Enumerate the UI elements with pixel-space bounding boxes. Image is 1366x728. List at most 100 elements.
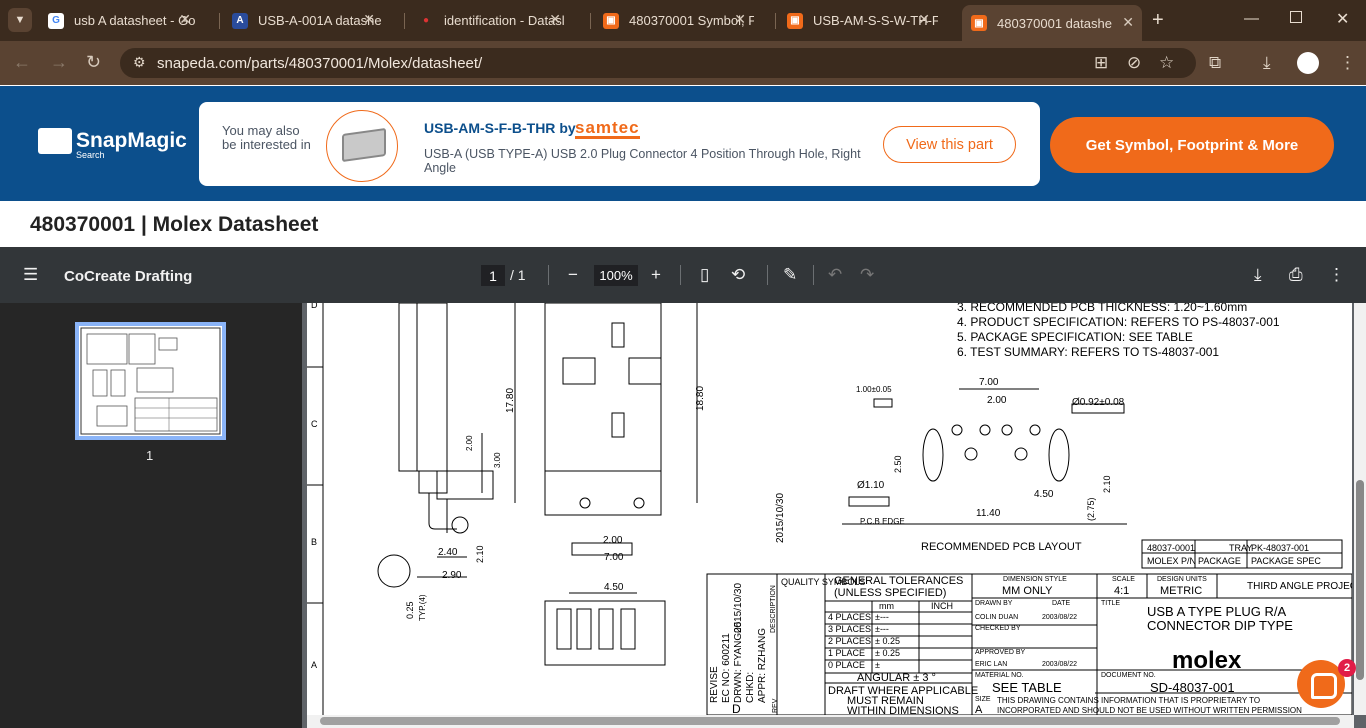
toolbar-divider (813, 265, 814, 285)
ec-no: EC NO: 600211 (721, 633, 732, 703)
rotate-icon[interactable]: ⟲ (731, 265, 745, 285)
tab-search-button[interactable]: ▼ (8, 8, 32, 32)
pdf-download-icon[interactable]: ⤓ (1254, 265, 1262, 285)
horizontal-scroll-thumb[interactable] (320, 717, 1340, 725)
pdf-viewport: D C B A 17.80 2.00 3.00 2.40 2.90 2.10 0… (302, 303, 1366, 728)
dim-2-75: (2.75) (1086, 497, 1096, 521)
tab-label: 480370001 datasheet (997, 15, 1112, 31)
site-info-icon[interactable]: ⚙ (133, 54, 146, 71)
more-icon[interactable]: ⋮ (1328, 265, 1345, 285)
dim-style-label: DIMENSION STYLE (1003, 576, 1067, 583)
molex-logo: molex (1172, 647, 1242, 674)
table-spec: PK-48037-001 (1251, 543, 1309, 553)
translate-icon[interactable]: ⊞ (1094, 53, 1108, 73)
window-close-icon[interactable]: ✕ (1336, 9, 1349, 29)
menu-icon[interactable]: ⋮ (1339, 53, 1356, 73)
tab-divider (775, 13, 776, 29)
suggestion-label: You may also be interested in (222, 123, 311, 152)
note-5: 5. PACKAGE SPECIFICATION: SEE TABLE (957, 330, 1193, 344)
zoom-out-icon[interactable]: − (568, 265, 578, 285)
rev-letter: D (732, 702, 741, 715)
minimize-icon[interactable]: — (1244, 10, 1259, 27)
approved-by-label: APPROVED BY (975, 649, 1026, 656)
restore-icon[interactable] (1290, 11, 1302, 23)
size-value: A (975, 704, 983, 715)
connector-image (342, 127, 386, 163)
eye-off-icon[interactable]: ⊘ (1127, 53, 1141, 73)
product-image[interactable] (326, 110, 398, 182)
size-label: SIZE (975, 696, 991, 703)
back-icon[interactable]: ← (13, 52, 31, 73)
dim-1-00: 1.00±0.05 (856, 385, 892, 394)
pcb-edge-label: P.C.B EDGE (860, 517, 905, 526)
scale-label: SCALE (1112, 576, 1135, 583)
note-4: 4. PRODUCT SPECIFICATION: REFERS TO PS-4… (957, 315, 1280, 329)
close-icon[interactable]: ✕ (918, 11, 930, 28)
note-6: 6. TEST SUMMARY: REFERS TO TS-48037-001 (957, 345, 1219, 359)
page-title: 480370001 | Molex Datasheet (30, 213, 319, 236)
dim-pcb-7-00: 7.00 (979, 377, 999, 388)
dim-2-10: 2.10 (475, 545, 485, 563)
row-marker-d: D (311, 303, 318, 310)
annotate-icon[interactable]: ✎ (783, 265, 797, 285)
avatar[interactable] (1297, 52, 1319, 74)
get-symbol-button[interactable]: Get Symbol, Footprint & More (1050, 117, 1334, 173)
close-icon[interactable]: ✕ (1122, 14, 1134, 31)
revision-date: 2015/10/30 (733, 583, 744, 633)
redo-icon[interactable]: ↷ (860, 265, 874, 285)
pdf-toolbar (0, 247, 1366, 303)
zoom-in-icon[interactable]: + (651, 265, 661, 285)
datasheet-icon: ● (422, 15, 430, 26)
tab-5-active[interactable]: ▣ 480370001 datasheet ✕ (962, 5, 1142, 41)
tab-divider (590, 13, 591, 29)
dim-pcb-2-00: 2.00 (987, 395, 1007, 406)
star-icon[interactable]: ☆ (1159, 53, 1174, 73)
rev-label: REV (772, 698, 779, 713)
tab-1[interactable]: A USB-A-001A datashe ✕ (232, 6, 383, 35)
snapmagic-logo[interactable]: SnapMagic Search (38, 128, 187, 160)
mm-only: MM ONLY (1002, 585, 1053, 597)
approved-by-name: ERIC LAN (975, 661, 1007, 668)
dim-11-40: 11.40 (976, 508, 1001, 519)
fit-page-icon[interactable]: ▯ (700, 265, 709, 285)
table-h-pn: MOLEX P/N (1147, 556, 1196, 566)
close-icon[interactable]: ✕ (734, 11, 746, 28)
forward-icon[interactable]: → (50, 52, 68, 73)
close-icon[interactable]: ✕ (363, 11, 375, 28)
undo-icon[interactable]: ↶ (828, 265, 842, 285)
sidebar-menu-icon[interactable]: ☰ (23, 265, 38, 285)
tab-3[interactable]: ▣ 480370001 Symbol, F ✕ (603, 6, 754, 35)
samtec-logo: samtec (575, 118, 640, 139)
view-part-button[interactable]: View this part (883, 126, 1016, 163)
print-icon[interactable]: ⎙ (1289, 265, 1303, 285)
chat-badge: 2 (1338, 659, 1356, 677)
extensions-icon[interactable]: ⧉ (1209, 53, 1221, 73)
vertical-scroll-thumb[interactable] (1356, 480, 1364, 680)
part-by: by (559, 120, 576, 136)
part-title[interactable]: USB-AM-S-F-B-THR by (424, 120, 576, 136)
dim-2-00: 2.00 (465, 435, 474, 451)
close-icon[interactable]: ✕ (549, 11, 561, 28)
pdf-icon: A (232, 12, 248, 29)
new-tab-icon[interactable]: + (1152, 9, 1164, 32)
page-thumbnail[interactable] (75, 322, 226, 440)
tab-4[interactable]: ▣ USB-AM-S-S-W-TH-F ✕ (787, 6, 938, 35)
drawn-by-label: DRAWN BY (975, 600, 1013, 607)
note-3: 3. RECOMMENDED PCB THICKNESS: 1.20~1.60m… (957, 303, 1247, 314)
approved-date: 2003/08/22 (1042, 661, 1077, 668)
google-icon: G (48, 12, 64, 29)
page-number-input[interactable]: 1 (481, 265, 505, 286)
address-bar[interactable]: ⚙ snapeda.com/parts/480370001/Molex/data… (120, 48, 1196, 78)
description-label: DESCRIPTION (770, 585, 777, 633)
reload-icon[interactable]: ↻ (86, 52, 101, 73)
zoom-input[interactable]: 100% (594, 265, 638, 286)
tab-2[interactable]: ● identification - Datasl ✕ (418, 6, 569, 35)
download-icon[interactable]: ⤓ (1263, 53, 1271, 73)
tab-0[interactable]: G usb A datasheet - Go ✕ (48, 6, 199, 35)
draft-note-3: WITHIN DIMENSIONS (847, 705, 959, 715)
pcb-caption: RECOMMENDED PCB LAYOUT (921, 541, 1082, 553)
drawing-title-1: USB A TYPE PLUG R/A (1147, 604, 1287, 619)
snapmagic-icon: ▣ (787, 12, 803, 29)
close-icon[interactable]: ✕ (179, 11, 191, 28)
table-h-pkg: PACKAGE (1198, 556, 1241, 566)
